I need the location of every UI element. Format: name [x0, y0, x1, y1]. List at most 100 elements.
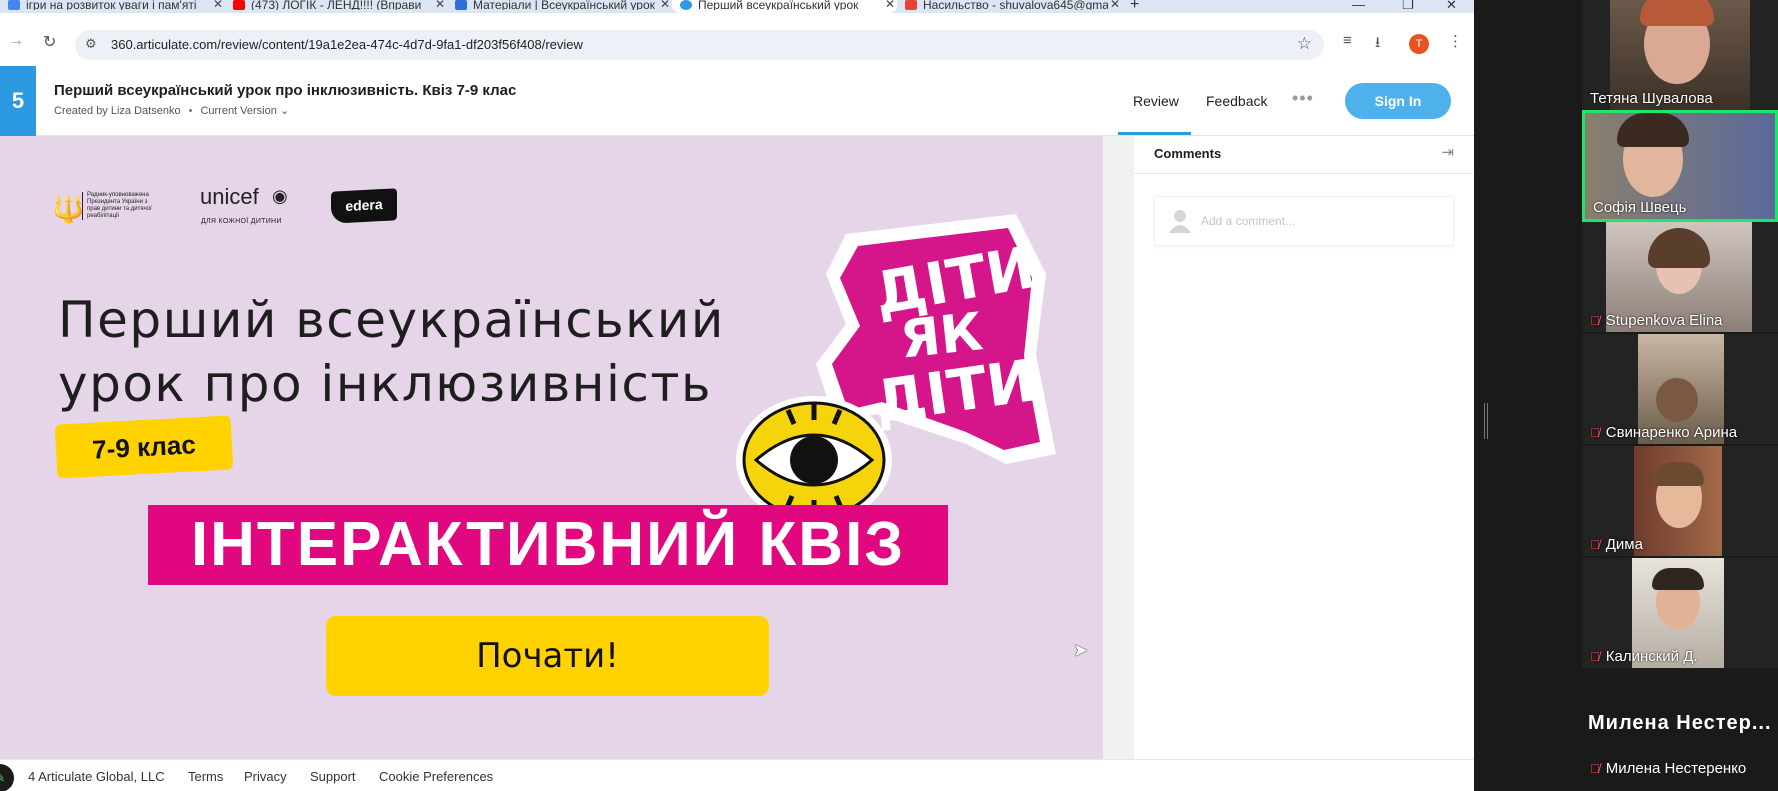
edera-logo: edera	[331, 188, 397, 224]
muted-mic-icon: 🎙̸	[1590, 537, 1600, 552]
close-icon[interactable]: ✕	[883, 0, 897, 10]
footer-link-terms[interactable]: Terms	[188, 769, 223, 784]
muted-mic-icon: 🎙̸	[1590, 313, 1600, 328]
address-bar[interactable]: ⚙ 360.articulate.com/review/content/19a1…	[75, 30, 1324, 60]
comments-title: Comments	[1154, 146, 1222, 161]
participant-hair	[1648, 228, 1710, 268]
browser-tab-3[interactable]: Матеріали | Всеукраїнський урок ✕	[447, 0, 672, 13]
president-office-logo: Радник-уповноважена Президента України з…	[82, 192, 152, 220]
course-meta: Created by Liza Datsenko • Current Versi…	[54, 104, 289, 118]
participant-no-video-name: Милена Нестер...	[1588, 712, 1772, 734]
version-dropdown[interactable]: Current Version ⌄	[200, 104, 289, 117]
browser-tab-4-active[interactable]: Перший всеукраїнський урок ✕	[672, 0, 897, 13]
more-options-icon[interactable]: •••	[1292, 88, 1314, 109]
slide-panel-divider	[1102, 136, 1134, 759]
separator-dot: •	[188, 104, 193, 117]
comments-panel: Comments ⇥	[1134, 136, 1474, 759]
menu-dots-icon[interactable]: ⋮	[1448, 32, 1463, 50]
participant-face	[1656, 378, 1698, 422]
minimize-button[interactable]: —	[1352, 0, 1365, 12]
start-button[interactable]: Почати!	[326, 616, 769, 696]
chevron-down-icon: ⌄	[279, 105, 290, 117]
media-icon[interactable]: ≡	[1343, 32, 1352, 49]
participant-name-text: Свинаренко Арина	[1605, 424, 1738, 441]
unicef-tagline: ДЛЯ КОЖНОЇ ДИТИНИ	[201, 218, 282, 225]
window-close-button[interactable]: ✕	[1446, 0, 1457, 13]
browser-toolbar: → ↻ ⚙ 360.articulate.com/review/content/…	[0, 13, 1474, 71]
tab-title: Насильство - shuvalova645@gmail	[923, 0, 1108, 10]
participant-hair	[1617, 113, 1689, 147]
close-icon[interactable]: ✕	[658, 0, 672, 10]
participant-tile-3[interactable]: 🎙̸ Stupenkova Elina	[1582, 222, 1778, 332]
profile-avatar[interactable]: T	[1409, 34, 1429, 54]
site-settings-icon[interactable]: ⚙	[85, 36, 97, 52]
sign-in-button[interactable]: Sign In	[1345, 83, 1451, 119]
participant-headphones	[1652, 568, 1704, 590]
google-icon	[8, 0, 20, 10]
restore-button[interactable]: ❐	[1402, 0, 1414, 13]
bookmark-star-icon[interactable]: ☆	[1297, 34, 1312, 54]
classroom-icon	[455, 0, 467, 10]
participant-tile-2-speaking[interactable]: Софія Швець	[1582, 110, 1778, 222]
participant-video	[1634, 446, 1722, 556]
participant-tile-4[interactable]: 🎙̸ Свинаренко Арина	[1582, 334, 1778, 444]
participant-name-text: Софія Швець	[1593, 199, 1687, 216]
browser-window: ігри на розвиток уваги і пам'яті ✕ (473)…	[0, 0, 1474, 791]
comments-header: Comments ⇥	[1134, 136, 1474, 174]
participant-hair	[1640, 0, 1714, 26]
browser-tab-1[interactable]: ігри на розвиток уваги і пам'яті ✕	[0, 0, 225, 13]
browser-tab-2[interactable]: (473) ЛОГІК - ЛЕНД!!!! (Вправи ✕	[225, 0, 447, 13]
tab-review[interactable]: Review	[1133, 93, 1179, 109]
resize-handle[interactable]	[1484, 403, 1488, 439]
unicef-logo: unicef	[200, 184, 259, 209]
collapse-panel-icon[interactable]: ⇥	[1441, 143, 1454, 161]
slide-title-line-2: урок про інклюзивність	[58, 355, 712, 413]
close-icon[interactable]: ✕	[1108, 0, 1122, 10]
active-tab-indicator	[1118, 132, 1191, 135]
tab-title: Перший всеукраїнський урок	[698, 0, 859, 10]
url-text[interactable]: 360.articulate.com/review/content/19a1e2…	[111, 37, 583, 52]
participants-gallery: Тетяна Шувалова Софія Швець 🎙̸ Stupenkova…	[1582, 0, 1778, 791]
comment-input[interactable]	[1201, 211, 1441, 231]
browser-tab-5[interactable]: Насильство - shuvalova645@gmail ✕	[897, 0, 1122, 13]
muted-mic-icon: 🎙̸	[1590, 761, 1600, 776]
course-slide: 🔱 Радник-уповноважена Президента України…	[0, 136, 1102, 759]
trident-coat-of-arms-icon: 🔱	[52, 194, 85, 224]
user-avatar-icon	[1169, 210, 1191, 233]
close-icon[interactable]: ✕	[211, 0, 225, 10]
participant-tile-1[interactable]: Тетяна Шувалова	[1582, 0, 1778, 110]
participant-name-text: Милена Нестеренко	[1605, 760, 1747, 777]
participant-tile-6[interactable]: 🎙̸ Калинский Д.	[1582, 558, 1778, 668]
quiz-banner: ІНТЕРАКТИВНИЙ КВІЗ	[148, 505, 948, 585]
tab-title: Матеріали | Всеукраїнський урок	[473, 0, 655, 10]
participant-name: 🎙̸ Калинский Д.	[1590, 648, 1698, 665]
articulate-logo[interactable]: 5	[0, 66, 36, 136]
tab-strip: ігри на розвиток уваги і пам'яті ✕ (473)…	[0, 0, 1474, 13]
new-tab-button[interactable]: +	[1130, 0, 1139, 13]
footer-link-support[interactable]: Support	[310, 769, 356, 784]
slide-title: Перший всеукраїнський урок про інклюзивн…	[58, 288, 725, 416]
reload-icon[interactable]: ↻	[43, 32, 56, 52]
muted-mic-icon: 🎙̸	[1590, 425, 1600, 440]
close-icon[interactable]: ✕	[433, 0, 447, 10]
screen-share-splitter	[1474, 0, 1582, 791]
unicef-globe-icon: ◉	[272, 186, 288, 206]
participant-hair	[1654, 462, 1704, 486]
tab-feedback[interactable]: Feedback	[1206, 93, 1267, 109]
participant-name-text: Дима	[1605, 536, 1643, 553]
annotation-pen-icon[interactable]: ✎	[0, 764, 14, 791]
comment-composer[interactable]	[1154, 196, 1454, 246]
course-title: Перший всеукраїнський урок про інклюзивн…	[54, 82, 517, 99]
review-header: 5 Перший всеукраїнський урок про інклюзи…	[0, 66, 1474, 136]
created-by: Created by Liza Datsenko	[54, 104, 181, 117]
download-icon[interactable]: ⭳	[1375, 32, 1380, 57]
participant-tile-7[interactable]: 🎙̸ Милена Нестеренко	[1582, 748, 1778, 788]
footer-link-privacy[interactable]: Privacy	[244, 769, 287, 784]
forward-icon[interactable]: →	[8, 32, 24, 50]
tab-title: (473) ЛОГІК - ЛЕНД!!!! (Вправи	[251, 0, 422, 10]
footer-link-cookie-preferences[interactable]: Cookie Preferences	[379, 769, 493, 784]
screen: ігри на розвиток уваги і пам'яті ✕ (473)…	[0, 0, 1778, 791]
participant-name: 🎙̸ Свинаренко Арина	[1590, 424, 1737, 441]
participant-name: Софія Швець	[1593, 199, 1686, 216]
participant-tile-5[interactable]: 🎙̸ Дима	[1582, 446, 1778, 556]
